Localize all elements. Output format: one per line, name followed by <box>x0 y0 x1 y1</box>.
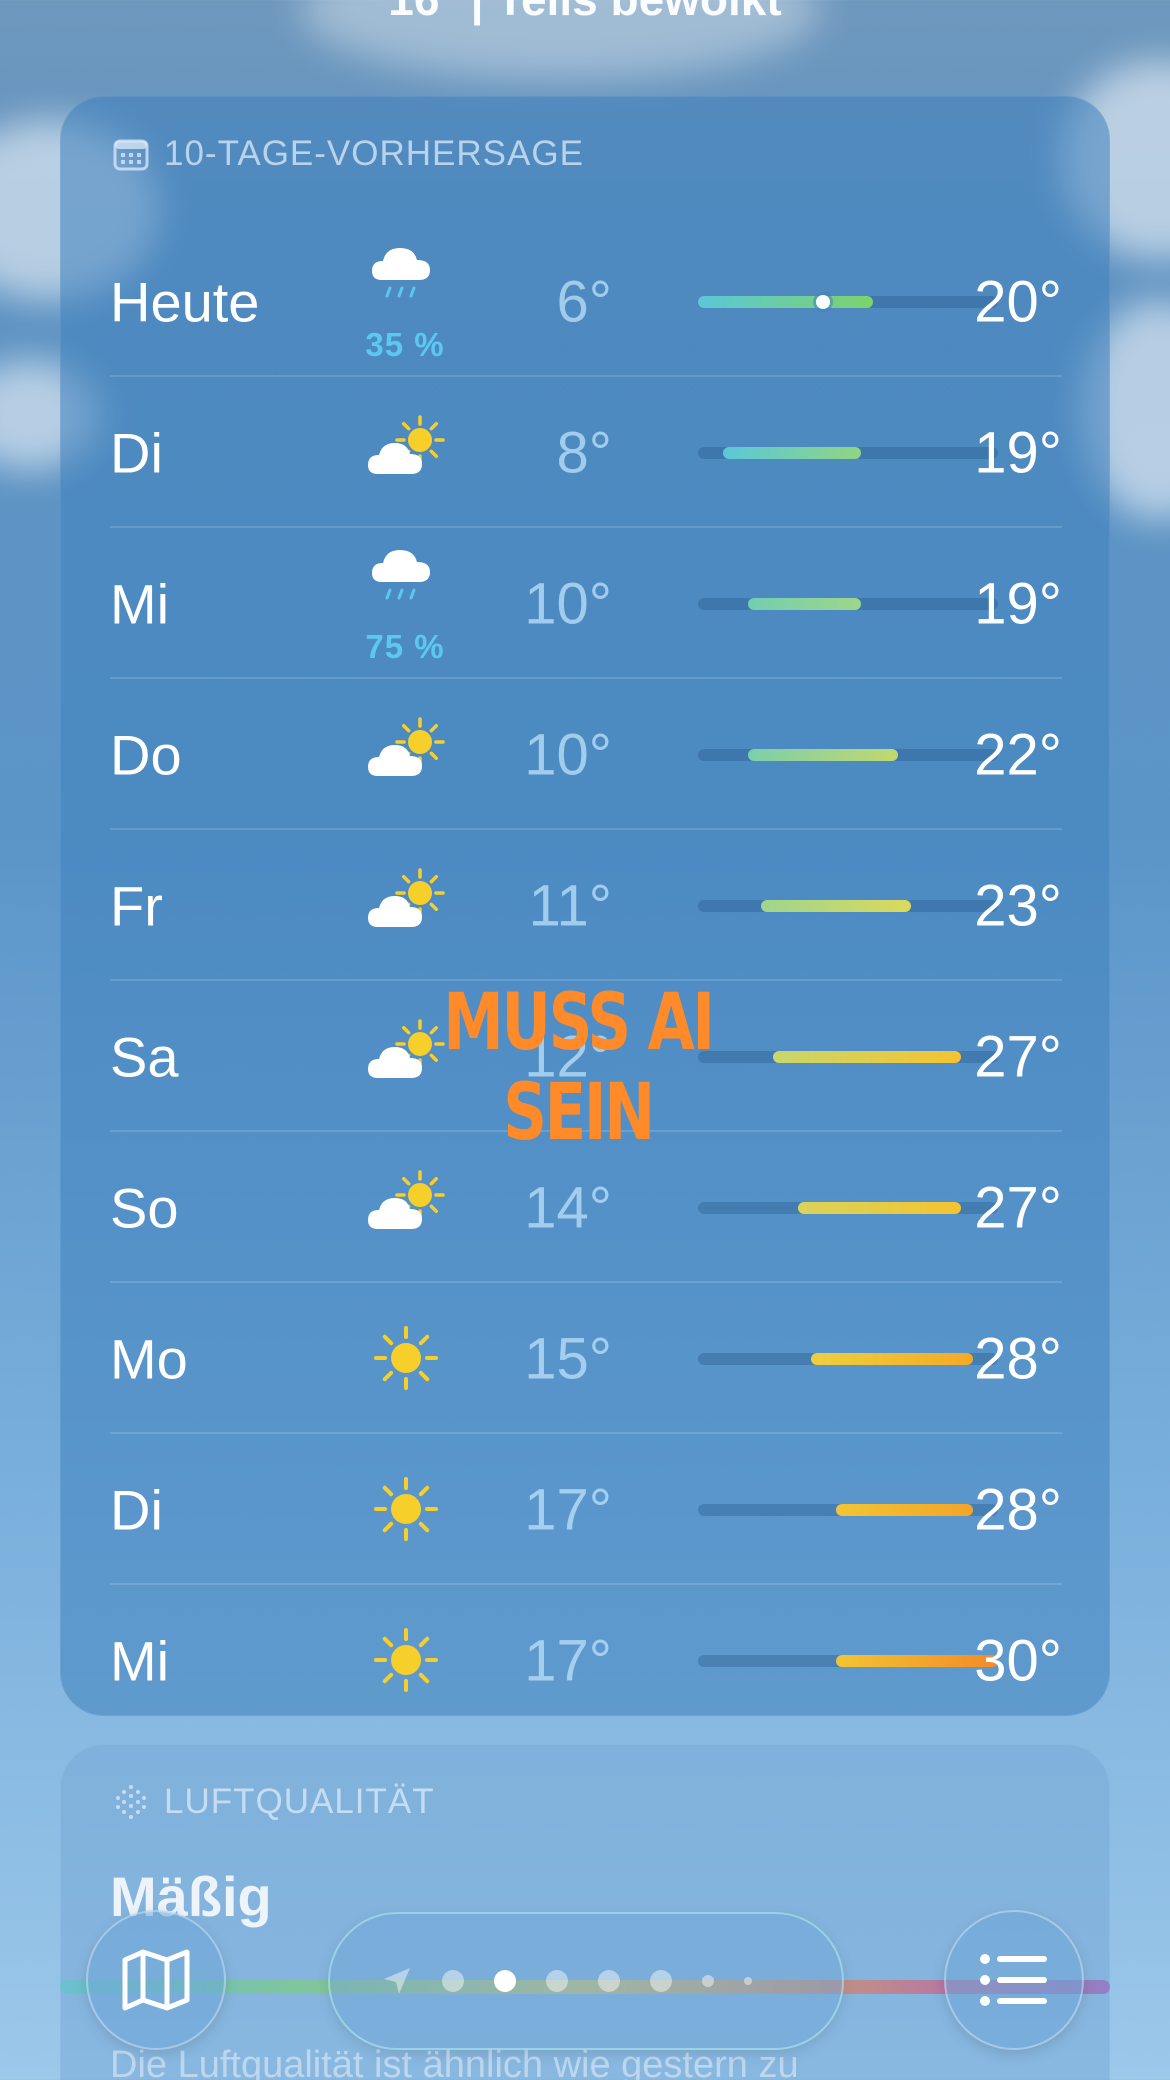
page-indicator-dot[interactable] <box>598 1970 620 1992</box>
forecast-day-label: Fr <box>110 874 163 937</box>
partly-sunny-icon <box>368 415 445 474</box>
high-temperature: 19° <box>974 571 1062 636</box>
current-condition-summary: 16° | Teils bewölkt <box>0 0 1170 26</box>
page-indicator-dot[interactable] <box>650 1970 672 1992</box>
low-temperature: 17° <box>524 1477 612 1542</box>
rain-cloud-icon <box>372 248 430 298</box>
precipitation-chance: 75 % <box>365 628 445 665</box>
air-quality-header: LUFTQUALITÄT <box>112 1780 435 1824</box>
low-temperature: 6° <box>556 269 612 334</box>
forecast-title: 10-TAGE-VORHERSAGE <box>164 134 584 173</box>
page-indicator-dot[interactable] <box>744 1977 752 1985</box>
temperature-range-fill <box>698 295 873 308</box>
forecast-header: 10-TAGE-VORHERSAGE <box>112 132 584 176</box>
forecast-row[interactable]: Mo 15° 28° <box>110 1283 1062 1434</box>
weather-condition <box>350 830 460 981</box>
low-temperature: 8° <box>556 420 612 485</box>
forecast-day-label: Mo <box>110 1327 188 1390</box>
temperature-range-bar <box>698 1654 998 1667</box>
forecast-row[interactable]: Mi 75 % 10° 19° <box>110 528 1062 679</box>
temperature-range-fill <box>773 1050 961 1063</box>
forecast-day-label: Mi <box>110 572 170 635</box>
map-icon <box>122 1949 190 2011</box>
temperature-range-bar <box>698 294 998 309</box>
forecast-day-label: Mi <box>110 1629 170 1692</box>
high-temperature: 22° <box>974 722 1062 787</box>
current-temperature-marker <box>816 294 830 309</box>
page-indicator-dot[interactable] <box>442 1970 464 1992</box>
sun-icon <box>374 1628 438 1692</box>
weather-condition: 35 % <box>350 226 460 377</box>
weather-condition <box>350 377 460 528</box>
watermark-text: MUSS AI SEIN <box>443 978 715 1158</box>
weather-condition <box>350 1283 460 1434</box>
forecast-row[interactable]: Do 10° 22° <box>110 679 1062 830</box>
low-temperature: 15° <box>524 1326 612 1391</box>
forecast-day-label: Di <box>110 421 163 484</box>
weather-condition: 75 % <box>350 528 460 679</box>
low-temperature: 10° <box>524 571 612 636</box>
high-temperature: 28° <box>974 1477 1062 1542</box>
air-particles-icon <box>116 1785 146 1819</box>
weather-condition <box>350 679 460 830</box>
temperature-range-fill <box>748 748 898 761</box>
high-temperature: 28° <box>974 1326 1062 1391</box>
high-temperature: 27° <box>974 1024 1062 1089</box>
forecast-row[interactable]: Di 8° 19° <box>110 377 1062 528</box>
precipitation-chance: 35 % <box>365 326 445 363</box>
forecast-row[interactable]: Fr 11° 23° <box>110 830 1062 981</box>
partly-sunny-icon <box>368 868 445 927</box>
temperature-range-bar <box>698 1050 998 1063</box>
temperature-range-bar <box>698 1201 998 1214</box>
temperature-range-fill <box>810 1352 973 1365</box>
temperature-range-bar <box>698 597 998 610</box>
forecast-day-label: Sa <box>110 1025 179 1088</box>
temperature-range-bar <box>698 1352 998 1365</box>
city-list-button[interactable] <box>944 1910 1084 2050</box>
temperature-range-fill <box>798 1201 961 1214</box>
temperature-range-bar <box>698 1503 998 1516</box>
forecast-day-label: So <box>110 1176 179 1239</box>
bottom-toolbar <box>0 1910 1170 2050</box>
low-temperature: 14° <box>524 1175 612 1240</box>
high-temperature: 19° <box>974 420 1062 485</box>
forecast-row[interactable]: Heute 35 % 6° 20° <box>110 226 1062 377</box>
low-temperature: 11° <box>528 873 612 938</box>
sun-icon <box>374 1477 438 1541</box>
high-temperature: 23° <box>974 873 1062 938</box>
rain-cloud-icon <box>372 550 430 600</box>
map-button[interactable] <box>86 1910 226 2050</box>
page-indicator-dot[interactable] <box>494 1970 516 1992</box>
low-temperature: 17° <box>524 1628 612 1693</box>
forecast-day-label: Heute <box>110 270 260 333</box>
temperature-range-fill <box>835 1503 973 1516</box>
temperature-range-fill <box>723 446 861 459</box>
temperature-range-fill <box>748 597 861 610</box>
low-temperature: 10° <box>524 722 612 787</box>
weather-condition <box>350 1585 460 1736</box>
high-temperature: 30° <box>974 1628 1062 1693</box>
partly-sunny-icon <box>368 717 445 776</box>
temperature-range-bar <box>698 748 998 761</box>
page-indicator-dot[interactable] <box>702 1975 714 1987</box>
high-temperature: 27° <box>974 1175 1062 1240</box>
forecast-day-label: Do <box>110 723 182 786</box>
calendar-icon <box>113 139 149 171</box>
page-indicator-dot[interactable] <box>546 1970 568 1992</box>
current-location-icon <box>384 1968 410 1994</box>
partly-sunny-icon <box>368 1170 445 1229</box>
forecast-day-label: Di <box>110 1478 163 1541</box>
temperature-range-fill <box>760 899 911 912</box>
temperature-range-bar <box>698 446 998 459</box>
sun-icon <box>374 1326 438 1390</box>
high-temperature: 20° <box>974 269 1062 334</box>
air-quality-title: LUFTQUALITÄT <box>164 1782 435 1821</box>
list-icon <box>980 1954 1047 2006</box>
location-pager[interactable] <box>328 1912 844 2050</box>
weather-condition <box>350 1434 460 1585</box>
forecast-row[interactable]: Di 17° 28° <box>110 1434 1062 1585</box>
forecast-row[interactable]: Mi 17° 30° <box>110 1585 1062 1736</box>
ten-day-forecast-card[interactable]: 10-TAGE-VORHERSAGE Heute 35 % 6° 20° Di 8° 19°… <box>60 96 1110 1716</box>
temperature-range-bar <box>698 899 998 912</box>
